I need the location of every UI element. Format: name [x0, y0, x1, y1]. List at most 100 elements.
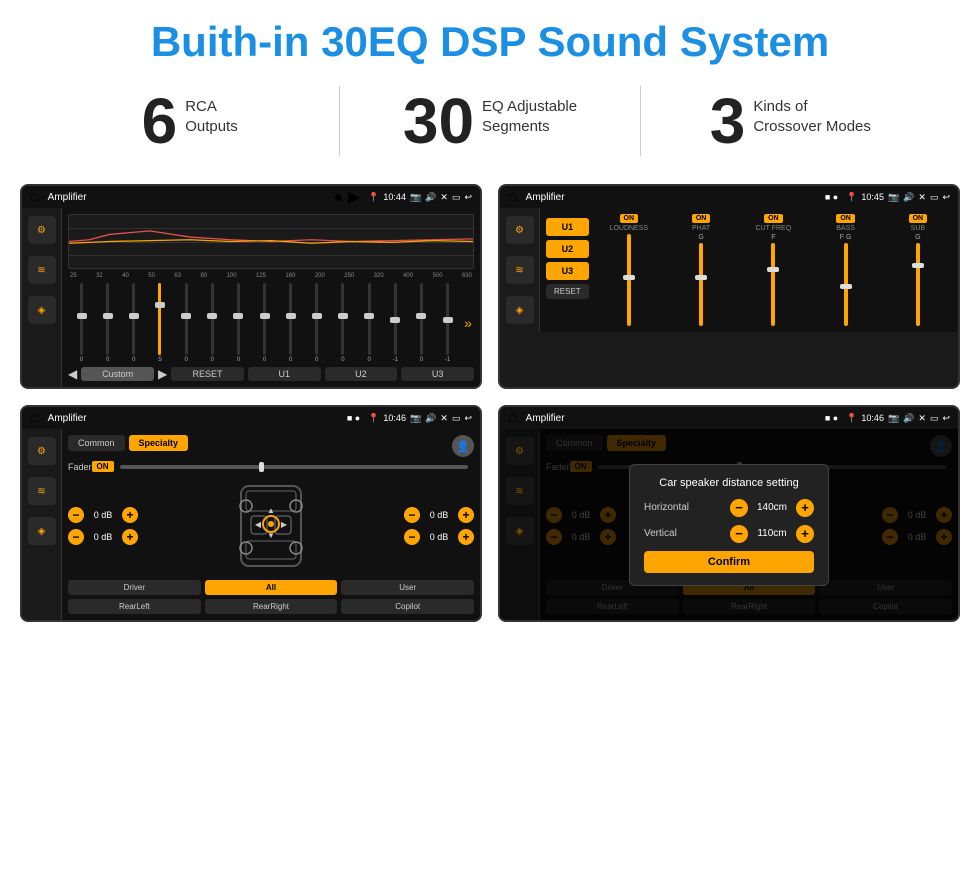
user-icon[interactable]: 👤	[452, 435, 474, 457]
stat-eq: 30 EQ Adjustable Segments	[340, 89, 639, 153]
vol-row-front-left: − 0 dB +	[68, 507, 138, 523]
freq-labels: 25 32 40 50 63 80 100 125 160 200 250 32…	[68, 273, 474, 279]
vertical-minus[interactable]: −	[730, 525, 748, 543]
channel-on-loudness[interactable]: ON	[620, 214, 639, 223]
btn-rearright[interactable]: RearRight	[205, 599, 338, 614]
eq-slider-0[interactable]: 0	[70, 283, 93, 363]
eq-slider-2[interactable]: 0	[122, 283, 145, 363]
preset-u1[interactable]: U1	[546, 218, 589, 236]
eq-preset-custom[interactable]: Custom	[81, 367, 154, 381]
eq-sliders: 0 0 0 5 0	[68, 283, 474, 363]
app-title-dialog: Amplifier	[526, 413, 817, 424]
vol-minus-fr[interactable]: −	[404, 507, 420, 523]
preset-u3[interactable]: U3	[546, 262, 589, 280]
eq-preset-u2[interactable]: U2	[325, 367, 398, 381]
stats-row: 6 RCA Outputs 30 EQ Adjustable Segments …	[0, 76, 980, 174]
home-icon-eq: ⌂	[30, 188, 40, 206]
channel-on-cutfreq[interactable]: ON	[764, 214, 783, 223]
home-icon-dialog: ⌂	[508, 409, 518, 427]
eq-slider-14[interactable]: -1	[436, 283, 459, 363]
stat-rca: 6 RCA Outputs	[40, 89, 339, 153]
svg-text:▶: ▶	[281, 520, 288, 529]
distance-dialog: Car speaker distance setting Horizontal …	[629, 464, 829, 586]
btn-all[interactable]: All	[205, 580, 338, 595]
sidebar-btn-eq-2[interactable]: ≋	[28, 256, 56, 284]
screen-content-crossover: ⚙ ≋ ◈ U1 U2 U3 RESET ON LOUDNESS	[500, 208, 958, 332]
vol-value-rr: 0 dB	[424, 532, 454, 542]
vol-value-fr: 0 dB	[424, 510, 454, 520]
right-volumes: − 0 dB + − 0 dB +	[404, 507, 474, 545]
car-diagram: ▲ ▼ ◀ ▶	[146, 476, 396, 576]
eq-slider-7[interactable]: 0	[253, 283, 276, 363]
btn-driver[interactable]: Driver	[68, 580, 201, 595]
eq-preset-u1[interactable]: U1	[248, 367, 321, 381]
eq-slider-12[interactable]: -1	[384, 283, 407, 363]
tab-specialty[interactable]: Specialty	[129, 435, 189, 451]
horizontal-label: Horizontal	[644, 502, 689, 513]
crossover-presets: U1 U2 U3 RESET	[546, 214, 589, 326]
eq-slider-4[interactable]: 0	[175, 283, 198, 363]
vertical-row: Vertical − 110cm +	[644, 525, 814, 543]
eq-next-arrow[interactable]: ▶	[158, 367, 167, 381]
vol-row-front-right: − 0 dB +	[404, 507, 474, 523]
status-icons-crossover: 📍 10:45 📷 🔊 ✕ ▭ ↩	[846, 192, 950, 203]
channel-on-bass[interactable]: ON	[836, 214, 855, 223]
eq-slider-10[interactable]: 0	[331, 283, 354, 363]
screen-dialog: ⌂ Amplifier ■ ● 📍 10:46 📷 🔊 ✕ ▭ ↩ ⚙ ≋ ◈	[498, 405, 960, 622]
sidebar-btn-cx-1[interactable]: ⚙	[506, 216, 534, 244]
sidebar-btn-fader-1[interactable]: ⚙	[28, 437, 56, 465]
eq-slider-13[interactable]: 0	[410, 283, 433, 363]
confirm-button[interactable]: Confirm	[644, 551, 814, 573]
stat-text-crossover: Kinds of Crossover Modes	[753, 89, 871, 136]
stat-crossover: 3 Kinds of Crossover Modes	[641, 89, 940, 153]
eq-slider-6[interactable]: 0	[227, 283, 250, 363]
fader-control-row: Fader ON	[68, 461, 474, 472]
btn-copilot[interactable]: Copilot	[341, 599, 474, 614]
dialog-title: Car speaker distance setting	[644, 477, 814, 489]
vol-minus-rr[interactable]: −	[404, 529, 420, 545]
fader-slider[interactable]	[120, 465, 468, 469]
sidebar-btn-fader-3[interactable]: ◈	[28, 517, 56, 545]
horizontal-plus[interactable]: +	[796, 499, 814, 517]
screen-eq: ⌂ Amplifier ● ▶ 📍 10:44 📷 🔊 ✕ ▭ ↩ ⚙ ≋ ◈	[20, 184, 482, 389]
tab-common[interactable]: Common	[68, 435, 125, 451]
vol-plus-fr[interactable]: +	[458, 507, 474, 523]
eq-preset-reset[interactable]: RESET	[171, 367, 244, 381]
eq-slider-5[interactable]: 0	[201, 283, 224, 363]
vol-minus-fl[interactable]: −	[68, 507, 84, 523]
fader-on-badge[interactable]: ON	[92, 461, 114, 472]
eq-slider-11[interactable]: 0	[358, 283, 381, 363]
sidebar-btn-cx-2[interactable]: ≋	[506, 256, 534, 284]
channel-on-phat[interactable]: ON	[692, 214, 711, 223]
eq-slider-3[interactable]: 5	[148, 283, 171, 363]
btn-rearleft[interactable]: RearLeft	[68, 599, 201, 614]
eq-slider-9[interactable]: 0	[305, 283, 328, 363]
sidebar-btn-fader-2[interactable]: ≋	[28, 477, 56, 505]
stat-number-eq: 30	[403, 89, 474, 153]
vol-plus-rl[interactable]: +	[122, 529, 138, 545]
eq-preset-u3[interactable]: U3	[401, 367, 474, 381]
fader-bottom-btns: Driver All User	[68, 580, 474, 595]
preset-u2[interactable]: U2	[546, 240, 589, 258]
vol-plus-rr[interactable]: +	[458, 529, 474, 545]
sidebar-btn-eq-1[interactable]: ⚙	[28, 216, 56, 244]
crossover-reset[interactable]: RESET	[546, 284, 589, 299]
crossover-main: U1 U2 U3 RESET ON LOUDNESS ON	[540, 208, 958, 332]
more-icon[interactable]: »	[462, 315, 472, 331]
eq-slider-8[interactable]: 0	[279, 283, 302, 363]
eq-slider-1[interactable]: 0	[96, 283, 119, 363]
sidebar-btn-cx-3[interactable]: ◈	[506, 296, 534, 324]
dialog-overlay: Car speaker distance setting Horizontal …	[500, 429, 958, 620]
horizontal-row: Horizontal − 140cm +	[644, 499, 814, 517]
vol-row-rear-left: − 0 dB +	[68, 529, 138, 545]
btn-user[interactable]: User	[341, 580, 474, 595]
vol-plus-fl[interactable]: +	[122, 507, 138, 523]
vol-minus-rl[interactable]: −	[68, 529, 84, 545]
channel-on-sub[interactable]: ON	[909, 214, 928, 223]
sidebar-fader: ⚙ ≋ ◈	[22, 429, 62, 620]
status-icons-dialog: 📍 10:46 📷 🔊 ✕ ▭ ↩	[846, 413, 950, 424]
vertical-plus[interactable]: +	[796, 525, 814, 543]
horizontal-minus[interactable]: −	[730, 499, 748, 517]
sidebar-btn-eq-3[interactable]: ◈	[28, 296, 56, 324]
eq-prev-arrow[interactable]: ◀	[68, 367, 77, 381]
